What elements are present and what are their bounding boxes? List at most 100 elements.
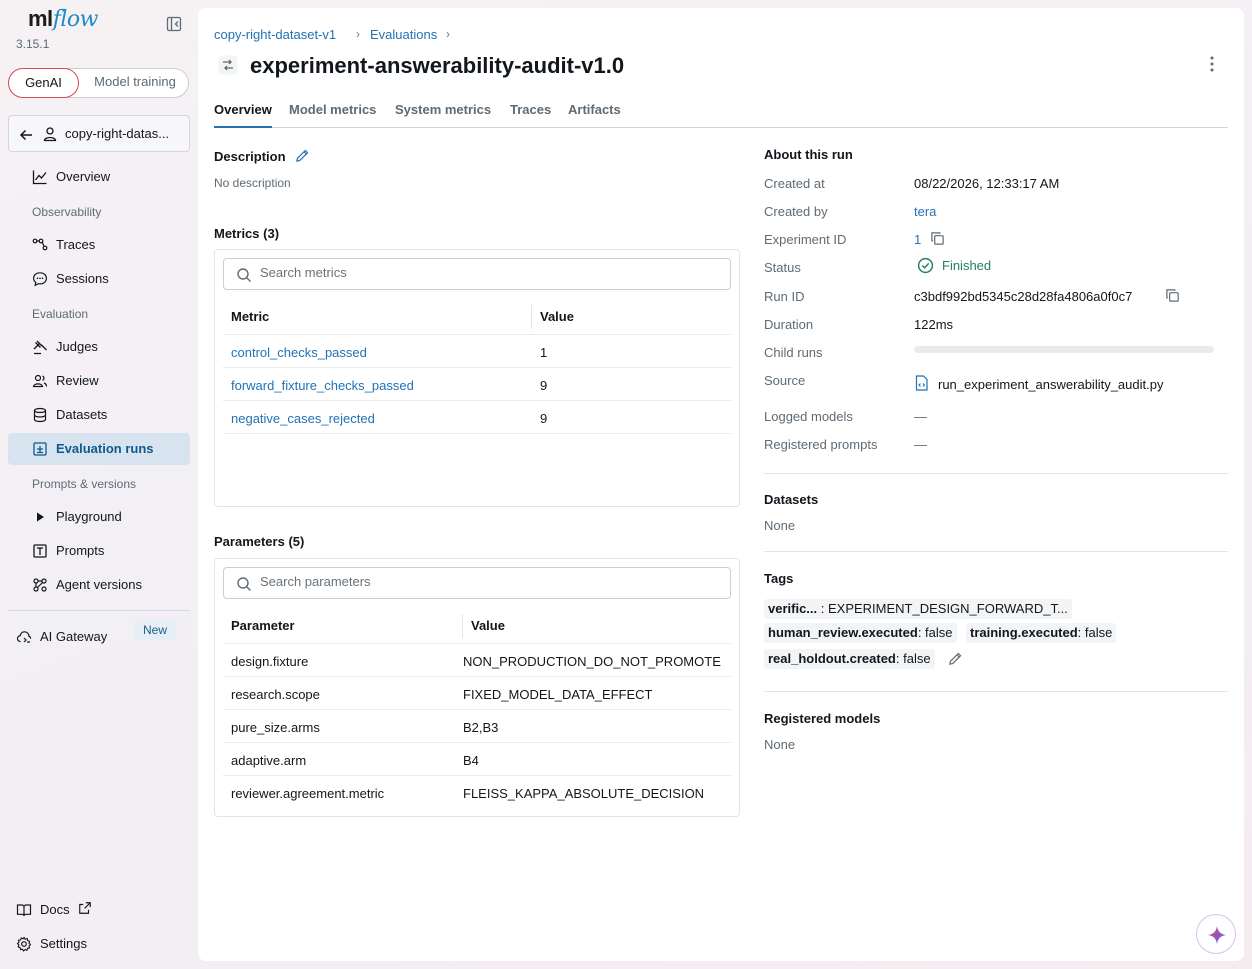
row-divider (223, 676, 731, 677)
metric-name[interactable]: forward_fixture_checks_passed (231, 378, 414, 393)
column-separator (531, 305, 532, 329)
users-icon (32, 374, 48, 388)
nav-sessions[interactable]: Sessions (8, 263, 190, 295)
tab-traces[interactable]: Traces (510, 102, 551, 128)
back-arrow-icon[interactable] (18, 127, 34, 143)
status-label: Status (764, 260, 801, 275)
tag-chip[interactable]: human_review.executed: false (764, 623, 957, 643)
tags-heading: Tags (764, 571, 794, 586)
run-id-value: c3bdf992bd5345c28d28fa4806a0f0c7 (914, 289, 1133, 304)
created-by-value[interactable]: tera (914, 204, 936, 219)
datasets-heading: Datasets (764, 492, 819, 507)
sidebar-divider (8, 610, 190, 611)
search-icon (237, 577, 251, 591)
run-icon (218, 55, 238, 75)
nav-settings-label: Settings (40, 936, 87, 951)
datasets-value: None (764, 518, 796, 533)
source-value[interactable]: run_experiment_answerability_audit.py (938, 377, 1163, 392)
nav-sessions-label: Sessions (56, 271, 109, 286)
nav-agent-versions-label: Agent versions (56, 577, 142, 592)
experiment-id-label: Experiment ID (764, 232, 847, 247)
row-divider (223, 742, 731, 743)
new-badge: New (134, 620, 176, 640)
created-at-value: 08/22/2026, 12:33:17 AM (914, 176, 1060, 191)
sidebar: mlflow 3.15.1 GenAI Model training copy-… (0, 0, 198, 969)
experiment-selector[interactable]: copy-right-datas... (8, 115, 190, 152)
section-observability: Observability (32, 205, 102, 219)
tag-chip[interactable]: training.executed: false (966, 623, 1117, 643)
nav-docs[interactable]: Docs (0, 894, 182, 926)
tab-overview[interactable]: Overview (214, 102, 272, 128)
play-icon (37, 512, 44, 522)
metric-value: 9 (540, 378, 548, 393)
nav-prompts-label: Prompts (56, 543, 105, 558)
metrics-heading: Metrics (3) (214, 226, 280, 241)
metrics-search[interactable] (223, 258, 731, 290)
mode-model-training[interactable]: Model training (79, 68, 191, 98)
description-text: No description (214, 176, 291, 190)
parameters-search[interactable] (223, 567, 731, 599)
tab-model-metrics[interactable]: Model metrics (289, 102, 376, 128)
assistant-button[interactable] (1196, 914, 1236, 954)
section-divider (764, 691, 1228, 692)
nav-datasets-label: Datasets (56, 407, 108, 422)
tag-chip[interactable]: verific... : EXPERIMENT_DESIGN_FORWARD_T… (764, 599, 1072, 619)
pencil-edit-icon[interactable] (295, 148, 310, 163)
nav-traces-label: Traces (56, 237, 96, 252)
duration-label: Duration (764, 317, 814, 332)
pencil-edit-icon[interactable] (948, 651, 963, 666)
traces-icon (32, 238, 48, 251)
nav-settings[interactable]: Settings (0, 928, 182, 960)
nav-judges-label: Judges (56, 339, 98, 354)
parameter-name: research.scope (231, 687, 320, 702)
nav-docs-label: Docs (40, 902, 70, 917)
nav-review[interactable]: Review (8, 365, 190, 397)
row-divider (223, 775, 731, 776)
mlflow-logo[interactable]: mlflow (28, 6, 98, 32)
nav-evaluation-runs-label: Evaluation runs (56, 441, 154, 456)
nav-datasets[interactable]: Datasets (8, 399, 190, 431)
parameters-search-input[interactable] (260, 574, 560, 589)
tab-system-metrics[interactable]: System metrics (395, 102, 491, 128)
parameter-value: NON_PRODUCTION_DO_NOT_PROMOTE (463, 654, 721, 669)
metric-name[interactable]: control_checks_passed (231, 345, 367, 360)
experiment-name: copy-right-datas... (65, 126, 170, 141)
sidebar-collapse-icon[interactable] (166, 16, 182, 32)
tab-bar: Overview Model metrics System metrics Tr… (214, 102, 1228, 128)
nav-prompts[interactable]: Prompts (8, 535, 190, 567)
row-divider (223, 367, 731, 368)
tab-artifacts[interactable]: Artifacts (568, 102, 621, 128)
created-by-label: Created by (764, 204, 828, 219)
nav-judges[interactable]: Judges (8, 331, 190, 363)
nav-review-label: Review (56, 373, 99, 388)
nav-playground-label: Playground (56, 509, 122, 524)
parameter-name: design.fixture (231, 654, 309, 669)
breadcrumb-evaluations[interactable]: Evaluations (370, 27, 437, 42)
nav-traces[interactable]: Traces (8, 229, 190, 261)
registered-models-value: None (764, 737, 796, 752)
page-title: experiment-answerability-audit-v1.0 (250, 53, 625, 78)
gear-icon (16, 936, 32, 952)
kebab-menu-icon[interactable] (1204, 55, 1220, 73)
section-divider (764, 551, 1228, 552)
copy-icon[interactable] (930, 231, 945, 246)
tag-chip[interactable]: real_holdout.created: false (764, 649, 935, 669)
breadcrumb-experiment[interactable]: copy-right-dataset-v1 (214, 27, 336, 42)
value-column-header: Value (471, 618, 505, 633)
mode-genai[interactable]: GenAI (8, 68, 79, 98)
copy-icon[interactable] (1165, 288, 1180, 303)
metric-value: 9 (540, 411, 548, 426)
section-prompts: Prompts & versions (32, 477, 137, 491)
description-heading: Description (214, 149, 286, 164)
external-link-icon (79, 902, 91, 914)
parameter-column-header: Parameter (231, 618, 295, 633)
nav-playground[interactable]: Playground (8, 501, 190, 533)
metrics-search-input[interactable] (260, 265, 560, 280)
metric-name[interactable]: negative_cases_rejected (231, 411, 375, 426)
nav-agent-versions[interactable]: Agent versions (8, 569, 190, 601)
registered-prompts-label: Registered prompts (764, 437, 878, 452)
parameter-value: B4 (463, 753, 479, 768)
experiment-id-value[interactable]: 1 (914, 232, 921, 247)
nav-overview[interactable]: Overview (8, 161, 190, 193)
nav-evaluation-runs[interactable]: Evaluation runs (8, 433, 190, 465)
